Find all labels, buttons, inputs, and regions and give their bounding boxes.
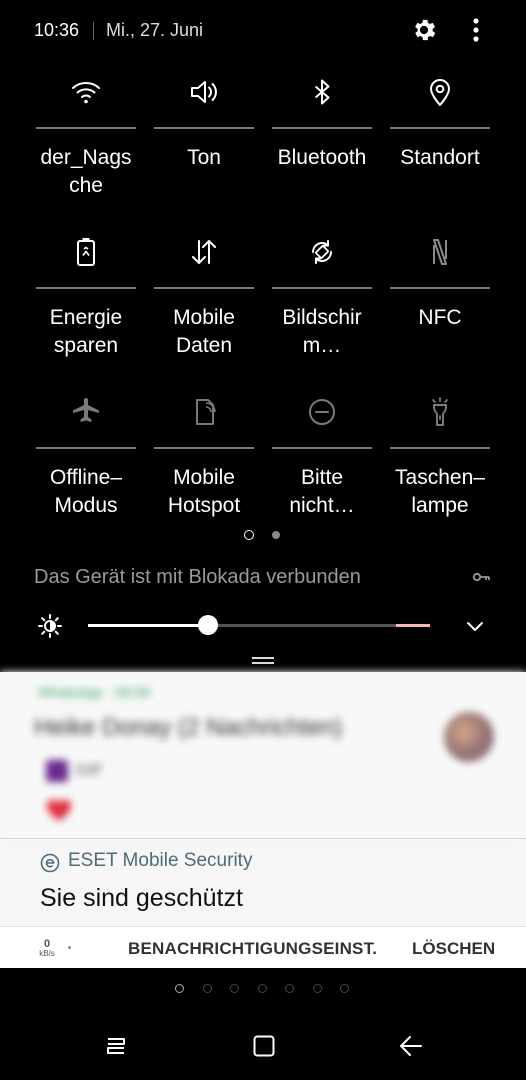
toggle-label: Offline– Modus: [50, 466, 122, 517]
home-page-dot-active: [175, 984, 184, 993]
wifi-icon: [72, 82, 100, 104]
pager-dot-active: [244, 530, 254, 540]
toggle-underline: [272, 127, 372, 129]
pager-dot: [272, 531, 280, 539]
home-page-dot: [285, 984, 294, 993]
toggle-underline: [36, 287, 136, 289]
nfc-icon: [433, 239, 447, 265]
toggle-underline: [272, 447, 372, 449]
brightness-icon[interactable]: [38, 614, 62, 638]
panel-drag-handle[interactable]: [252, 657, 274, 665]
heart-icon: [46, 800, 72, 821]
status-bar: 10:36 Mi., 27. Juni: [0, 0, 526, 62]
whatsapp-title: Heike Donay (2 Nachrichten): [34, 714, 343, 741]
brightness-slider-fill: [88, 624, 208, 627]
toggle-label: Standort: [400, 146, 480, 169]
vpn-status-text[interactable]: Das Gerät ist mit Blokada verbunden: [34, 566, 361, 589]
brightness-high-range: [396, 624, 430, 627]
brightness-slider-thumb[interactable]: [198, 615, 218, 635]
more-options-icon[interactable]: [466, 16, 486, 44]
notification-action-bar: 0 kB/s BENACHRICHTIGUNGSEINST. LÖSCHEN: [0, 926, 526, 968]
clock: 10:36: [34, 20, 80, 40]
date[interactable]: Mi., 27. Juni: [106, 20, 203, 41]
do-not-disturb-icon: [309, 399, 335, 425]
home-page-indicator: [0, 984, 526, 994]
whatsapp-app-header: WhatsApp · 09:58: [38, 684, 151, 700]
toggle-underline: [154, 127, 254, 129]
clear-all-button[interactable]: LÖSCHEN: [412, 939, 495, 959]
settings-gear-icon[interactable]: [410, 16, 438, 44]
home-page-dot: [313, 984, 322, 993]
toggle-label: Energie sparen: [49, 306, 123, 357]
sound-icon: [191, 81, 217, 103]
home-page-dot: [203, 984, 212, 993]
home-page-dot: [258, 984, 267, 993]
brightness-control: [0, 608, 526, 644]
home-page-dot: [230, 984, 239, 993]
toggle-underline: [36, 447, 136, 449]
toggle-label: NFC: [418, 306, 462, 329]
toggle-underline: [390, 447, 490, 449]
whatsapp-notification[interactable]: WhatsApp · 09:58 Heike Donay (2 Nachrich…: [0, 672, 526, 838]
toggle-label: Bitte nicht…: [289, 466, 355, 517]
power-saving-icon: [77, 238, 95, 266]
mobile-data-icon: [192, 240, 216, 264]
toggle-underline: [390, 287, 490, 289]
toggle-label: Mobile Hotspot: [167, 466, 241, 517]
eset-message[interactable]: Sie sind geschützt: [40, 884, 243, 913]
brightness-slider[interactable]: [88, 615, 430, 635]
auto-rotate-icon: [312, 240, 332, 264]
toggle-underline: [154, 287, 254, 289]
avatar: [444, 712, 494, 762]
toggle-label: Mobile Daten: [173, 306, 235, 357]
notification-divider: [0, 838, 526, 839]
toggle-underline: [36, 127, 136, 129]
eset-logo-icon: [40, 853, 60, 873]
airplane-icon: [73, 398, 99, 422]
toggle-underline: [272, 287, 372, 289]
toggle-label: Ton: [187, 146, 221, 169]
eset-app-name: ESET Mobile Security: [68, 850, 253, 871]
home-button-icon[interactable]: [252, 1034, 276, 1058]
quick-toggle-pager: [0, 530, 526, 542]
status-dot: [68, 946, 71, 949]
notification-settings-button[interactable]: BENACHRICHTIGUNGSEINST.: [128, 939, 377, 959]
toggle-label: Taschen– lampe: [395, 466, 485, 517]
home-page-dot: [340, 984, 349, 993]
toggle-label: der_Nags che: [40, 146, 132, 197]
vpn-key-icon: [472, 572, 490, 582]
toggle-underline: [154, 447, 254, 449]
toggle-label: Bluetooth: [277, 146, 367, 169]
location-icon: [430, 79, 450, 106]
whatsapp-message-line: GIF: [46, 760, 103, 782]
back-arrow-icon[interactable]: [398, 1034, 424, 1058]
recent-apps-icon[interactable]: [104, 1034, 128, 1058]
bluetooth-icon: [314, 79, 330, 105]
chevron-down-icon[interactable]: [464, 616, 486, 636]
network-speed: 0 kB/s: [39, 938, 55, 959]
divider: [93, 22, 94, 40]
flashlight-icon: [432, 397, 448, 426]
toggle-underline: [390, 127, 490, 129]
notification-panel: WhatsApp · 09:58 Heike Donay (2 Nachrich…: [0, 672, 526, 968]
hotspot-icon: [196, 399, 216, 425]
toggle-label: Bildschir m…: [282, 306, 362, 357]
